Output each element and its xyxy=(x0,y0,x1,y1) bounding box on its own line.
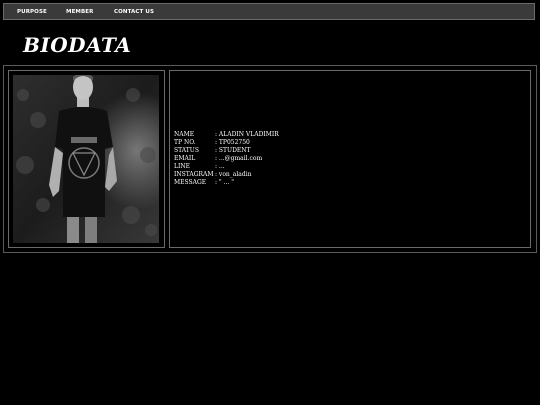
nav-item-contact-us[interactable]: CONTACT US xyxy=(114,9,154,15)
info-label: EMAIL xyxy=(174,155,196,162)
profile-photo xyxy=(13,75,159,243)
info-row-status: STATUS : STUDENT xyxy=(174,147,279,155)
biodata-info: NAME : ALADIN VLADIMIR TP NO. : TP052750… xyxy=(174,131,279,187)
info-row-line: LINE : ... xyxy=(174,163,279,171)
info-label: TP NO. xyxy=(174,139,196,146)
info-label: MESSAGE xyxy=(174,179,207,186)
top-nav-bar: PURPOSE MEMBER CONTACT US xyxy=(3,3,535,20)
info-value: : TP052750 xyxy=(215,139,250,146)
nav-item-member[interactable]: MEMBER xyxy=(66,9,94,15)
info-label: NAME xyxy=(174,131,195,138)
info-row-tp-no: TP NO. : TP052750 xyxy=(174,139,279,147)
info-value: : ALADIN VLADIMIR xyxy=(215,131,279,138)
info-row-instagram: INSTAGRAM : von_aladin xyxy=(174,171,279,179)
nav-item-purpose[interactable]: PURPOSE xyxy=(17,9,47,15)
info-value: : " ... " xyxy=(215,179,234,186)
info-row-name: NAME : ALADIN VLADIMIR xyxy=(174,131,279,139)
profile-photo-image xyxy=(13,75,159,243)
info-row-message: MESSAGE : " ... " xyxy=(174,179,279,187)
info-row-email: EMAIL : ...@gmail.com xyxy=(174,155,279,163)
info-label: LINE xyxy=(174,163,190,170)
info-value: : STUDENT xyxy=(215,147,251,154)
info-value: : von_aladin xyxy=(215,171,252,178)
info-value: : ... xyxy=(215,163,225,170)
page-title: BIODATA xyxy=(23,33,132,57)
info-label: INSTAGRAM xyxy=(174,171,214,178)
info-label: STATUS xyxy=(174,147,199,154)
info-value: : ...@gmail.com xyxy=(215,155,263,162)
